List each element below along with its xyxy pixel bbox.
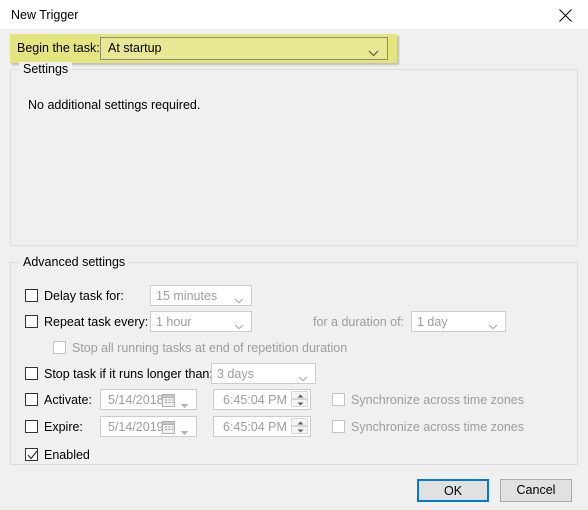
repeat-task-combo[interactable]: 1 hour bbox=[150, 311, 252, 332]
repeat-task-combo-value: 1 hour bbox=[156, 315, 192, 329]
window-title: New Trigger bbox=[11, 8, 79, 22]
chevron-down-icon bbox=[180, 398, 189, 412]
dialog-body: Begin the task: At startup Settings No a… bbox=[0, 29, 588, 510]
begin-task-highlight: Begin the task: At startup bbox=[10, 34, 397, 63]
activate-time-value: 6:45:04 PM bbox=[223, 393, 287, 407]
expire-sync-checkbox[interactable] bbox=[332, 420, 345, 433]
spinner-up-button[interactable] bbox=[291, 418, 308, 426]
expire-label: Expire: bbox=[44, 420, 83, 434]
delay-task-combo[interactable]: 15 minutes bbox=[150, 285, 252, 306]
activate-time-picker[interactable]: 6:45:04 PM bbox=[213, 389, 311, 410]
expire-time-spinner bbox=[291, 418, 308, 435]
cancel-button[interactable]: Cancel bbox=[500, 479, 572, 502]
expire-checkbox[interactable] bbox=[25, 420, 38, 433]
close-button[interactable] bbox=[543, 0, 588, 29]
settings-group: Settings No additional settings required… bbox=[10, 62, 578, 246]
duration-label: for a duration of: bbox=[313, 315, 405, 329]
calendar-icon bbox=[162, 394, 175, 410]
stop-longer-combo-value: 3 days bbox=[217, 367, 254, 381]
chevron-down-icon bbox=[180, 425, 189, 439]
expire-date-picker[interactable]: 5/14/2019 bbox=[100, 416, 197, 437]
settings-note: No additional settings required. bbox=[28, 98, 201, 112]
chevron-down-icon bbox=[298, 371, 308, 385]
delay-task-combo-value: 15 minutes bbox=[156, 289, 218, 303]
activate-time-spinner bbox=[291, 391, 308, 408]
begin-task-label: Begin the task: bbox=[17, 41, 100, 55]
activate-row: Activate: 5/14/2018 6:45:04 PM Synchroni… bbox=[11, 389, 577, 411]
chevron-down-icon bbox=[234, 319, 244, 333]
chevron-down-icon bbox=[234, 293, 244, 307]
begin-task-combo-value: At startup bbox=[108, 41, 162, 55]
calendar-icon bbox=[162, 421, 175, 437]
expire-time-value: 6:45:04 PM bbox=[223, 420, 287, 434]
repeat-task-row: Repeat task every: 1 hour for a duration… bbox=[11, 311, 577, 333]
delay-task-checkbox[interactable] bbox=[25, 289, 38, 302]
stop-all-tasks-label: Stop all running tasks at end of repetit… bbox=[72, 341, 348, 355]
activate-label: Activate: bbox=[44, 393, 92, 407]
activate-sync-label: Synchronize across time zones bbox=[351, 393, 524, 407]
expire-time-picker[interactable]: 6:45:04 PM bbox=[213, 416, 311, 437]
expire-date-value: 5/14/2019 bbox=[108, 420, 164, 434]
duration-combo[interactable]: 1 day bbox=[411, 311, 506, 332]
activate-date-picker[interactable]: 5/14/2018 bbox=[100, 389, 197, 410]
chevron-down-icon bbox=[368, 46, 379, 60]
spinner-down-button[interactable] bbox=[291, 426, 308, 434]
checkmark-icon bbox=[27, 450, 38, 464]
advanced-settings-group-title: Advanced settings bbox=[19, 255, 130, 270]
title-bar: New Trigger bbox=[0, 0, 588, 29]
begin-task-combo[interactable]: At startup bbox=[100, 37, 388, 60]
repeat-task-label: Repeat task every: bbox=[44, 315, 149, 329]
spinner-up-button[interactable] bbox=[291, 391, 308, 399]
delay-task-row: Delay task for: 15 minutes bbox=[11, 285, 577, 307]
ok-button[interactable]: OK bbox=[417, 479, 489, 502]
advanced-settings-group: Advanced settings Delay task for: 15 min… bbox=[10, 255, 578, 466]
expire-row: Expire: 5/14/2019 6:45:04 PM Synchronize… bbox=[11, 416, 577, 438]
activate-date-value: 5/14/2018 bbox=[108, 393, 164, 407]
stop-all-tasks-checkbox[interactable] bbox=[53, 341, 66, 354]
enabled-label: Enabled bbox=[44, 448, 90, 462]
repeat-task-checkbox[interactable] bbox=[25, 315, 38, 328]
delay-task-label: Delay task for: bbox=[44, 289, 124, 303]
stop-longer-combo[interactable]: 3 days bbox=[211, 363, 316, 384]
stop-longer-label: Stop task if it runs longer than: bbox=[44, 367, 213, 381]
stop-longer-checkbox[interactable] bbox=[25, 367, 38, 380]
enabled-checkbox[interactable] bbox=[25, 448, 38, 461]
stop-all-tasks-row: Stop all running tasks at end of repetit… bbox=[11, 339, 577, 361]
duration-combo-value: 1 day bbox=[417, 315, 448, 329]
settings-group-title: Settings bbox=[19, 62, 73, 77]
stop-longer-row: Stop task if it runs longer than: 3 days bbox=[11, 363, 577, 385]
chevron-down-icon bbox=[488, 319, 498, 333]
activate-checkbox[interactable] bbox=[25, 393, 38, 406]
activate-sync-checkbox[interactable] bbox=[332, 393, 345, 406]
enabled-row: Enabled bbox=[11, 444, 577, 466]
expire-sync-label: Synchronize across time zones bbox=[351, 420, 524, 434]
spinner-down-button[interactable] bbox=[291, 399, 308, 407]
